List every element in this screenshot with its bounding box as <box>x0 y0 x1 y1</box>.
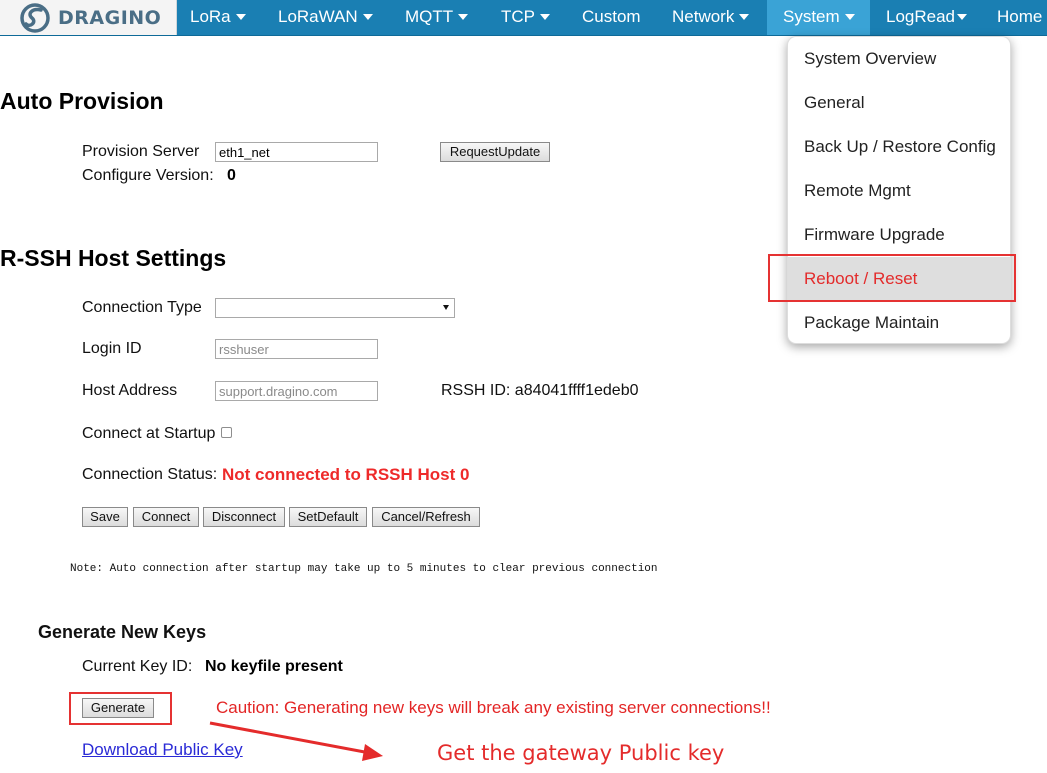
configure-version-value: 0 <box>227 167 236 184</box>
annotation-arrow-icon <box>209 721 383 761</box>
nav-system-label: System <box>783 7 840 26</box>
chevron-down-icon <box>458 13 469 20</box>
provision-server-input[interactable] <box>215 142 378 162</box>
setdefault-button[interactable]: SetDefault <box>289 507 367 527</box>
configure-version-label: Configure Version: <box>82 167 214 184</box>
nav-system[interactable]: System <box>767 0 870 35</box>
nav-network-label: Network <box>672 7 735 26</box>
nav-custom-label: Custom <box>582 7 641 26</box>
nav-tcp[interactable]: TCP <box>501 0 550 35</box>
annotation-text: Get the gateway Public key <box>437 741 725 765</box>
disconnect-button[interactable]: Disconnect <box>203 507 285 527</box>
brand-logo[interactable]: DRAGINO <box>0 0 177 35</box>
connect-at-startup-checkbox[interactable] <box>221 427 232 438</box>
nav-custom[interactable]: Custom <box>582 0 641 35</box>
connection-status-value: Not connected to RSSH Host 0 <box>222 465 470 484</box>
connection-type-select[interactable] <box>215 298 455 318</box>
nav-mqtt[interactable]: MQTT <box>405 0 469 35</box>
nav-lora-label: LoRa <box>190 7 231 26</box>
nav-home-label: Home <box>997 7 1043 26</box>
request-update-button[interactable]: RequestUpdate <box>440 142 550 162</box>
menu-item-general[interactable]: General <box>788 81 1010 125</box>
connection-status-label: Connection Status: <box>82 466 218 483</box>
menu-item-remote-mgmt[interactable]: Remote Mgmt <box>788 169 1010 213</box>
nav-logread[interactable]: LogRead <box>886 0 968 35</box>
connect-button[interactable]: Connect <box>133 507 199 527</box>
nav-network[interactable]: Network <box>672 0 750 35</box>
cancel-refresh-button[interactable]: Cancel/Refresh <box>372 507 480 527</box>
login-id-label: Login ID <box>82 340 142 357</box>
nav-tcp-label: TCP <box>501 7 535 26</box>
nav-lora[interactable]: LoRa <box>190 0 246 35</box>
menu-item-system-overview[interactable]: System Overview <box>788 37 1010 81</box>
rssh-title: R-SSH Host Settings <box>0 245 227 271</box>
chevron-down-icon <box>957 13 968 20</box>
connect-at-startup-label: Connect at Startup <box>82 425 216 442</box>
current-key-value: No keyfile present <box>205 658 343 675</box>
top-navbar: DRAGINO LoRa LoRaWAN MQTT TCP Custom Net… <box>0 0 1047 36</box>
provision-server-label: Provision Server <box>82 143 200 160</box>
dropdown-arrow-icon <box>443 305 449 310</box>
current-key-label: Current Key ID: <box>82 658 193 675</box>
rssh-id-text: RSSH ID: a84041ffff1edeb0 <box>441 382 639 399</box>
login-id-input[interactable] <box>215 339 378 359</box>
save-button[interactable]: Save <box>82 507 128 527</box>
connection-type-label: Connection Type <box>82 299 202 316</box>
chevron-down-icon <box>540 13 550 20</box>
nav-lorawan-label: LoRaWAN <box>278 7 358 26</box>
chevron-down-icon <box>739 13 750 20</box>
generate-keys-title: Generate New Keys <box>38 622 207 642</box>
nav-mqtt-label: MQTT <box>405 7 454 26</box>
chevron-down-icon <box>844 13 855 20</box>
dragino-logo-icon <box>20 3 50 33</box>
menu-item-backup-restore[interactable]: Back Up / Restore Config <box>788 125 1010 169</box>
caution-text: Caution: Generating new keys will break … <box>216 698 771 717</box>
nav-home[interactable]: Home <box>997 0 1042 35</box>
generate-highlight-box <box>69 692 172 725</box>
chevron-down-icon <box>235 13 246 20</box>
auto-connect-note: Note: Auto connection after startup may … <box>70 563 658 575</box>
chevron-down-icon <box>362 13 373 20</box>
brand-name: DRAGINO <box>58 7 162 29</box>
host-address-input[interactable] <box>215 381 378 401</box>
menu-item-package-maintain[interactable]: Package Maintain <box>788 301 1010 345</box>
reboot-highlight-box <box>768 254 1016 302</box>
nav-lorawan[interactable]: LoRaWAN <box>278 0 373 35</box>
menu-item-firmware-upgrade[interactable]: Firmware Upgrade <box>788 213 1010 257</box>
host-address-label: Host Address <box>82 382 178 399</box>
nav-logread-label: LogRead <box>886 7 956 26</box>
auto-provision-title: Auto Provision <box>0 88 164 114</box>
